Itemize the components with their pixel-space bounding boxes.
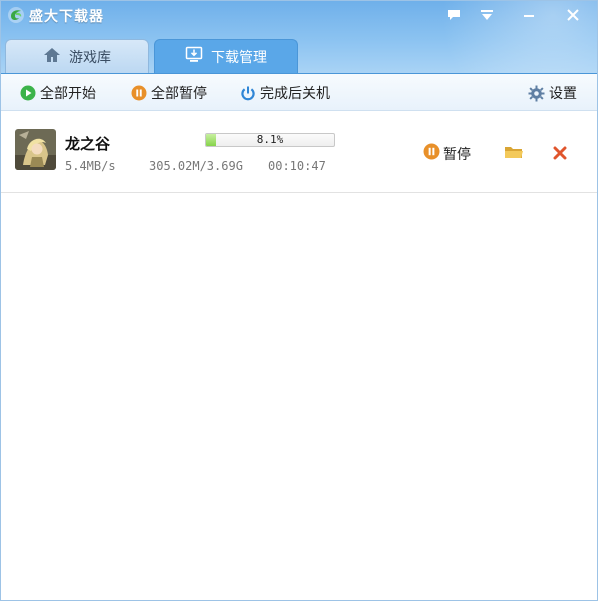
progress-bar: 8.1% (205, 133, 335, 147)
settings-button[interactable]: 设置 (528, 83, 577, 103)
pause-all-button[interactable]: 全部暂停 (131, 83, 207, 103)
game-name: 龙之谷 (65, 135, 111, 153)
minimize-button[interactable] (517, 4, 541, 26)
gear-icon (528, 85, 545, 102)
power-icon (240, 85, 256, 101)
monitor-download-icon (185, 46, 203, 67)
delete-icon (553, 145, 567, 164)
title-bar: 盛大下载器 游戏库 下载管理 (1, 1, 597, 73)
minimize-icon (522, 8, 536, 22)
download-speed: 5.4MB/s (65, 159, 116, 173)
app-logo-icon (7, 6, 25, 24)
toolbar: 全部开始 全部暂停 完成后关机 设置 (1, 73, 597, 111)
time-remaining: 00:10:47 (268, 159, 326, 173)
home-icon (43, 47, 61, 67)
shutdown-after-label: 完成后关机 (260, 86, 330, 102)
pause-button[interactable]: 暂停 (423, 143, 471, 164)
message-icon (446, 8, 462, 22)
pause-icon (131, 85, 147, 101)
window-title: 盛大下载器 (29, 9, 104, 25)
open-folder-button[interactable] (504, 144, 524, 164)
start-all-button[interactable]: 全部开始 (20, 83, 96, 103)
folder-icon (504, 145, 524, 164)
close-button[interactable] (561, 4, 585, 26)
tab-game-library[interactable]: 游戏库 (5, 39, 149, 73)
tab-label: 游戏库 (69, 49, 111, 66)
download-size: 305.02M/3.69G (149, 159, 243, 173)
shutdown-after-button[interactable]: 完成后关机 (240, 83, 330, 103)
pause-all-label: 全部暂停 (151, 86, 207, 102)
pause-label: 暂停 (443, 146, 471, 163)
delete-button[interactable] (553, 145, 567, 164)
play-icon (20, 85, 36, 101)
message-button[interactable] (442, 4, 466, 26)
tab-download-manager[interactable]: 下载管理 (154, 39, 298, 73)
close-icon (566, 8, 580, 22)
settings-label: 设置 (549, 86, 577, 102)
downloader-window: 盛大下载器 游戏库 下载管理 全部开始 全部暂停 完成后关机 设置 龙之谷 8.… (0, 0, 598, 601)
download-row[interactable]: 龙之谷 8.1% 5.4MB/s 305.02M/3.69G 00:10:47 … (1, 111, 597, 193)
start-all-label: 全部开始 (40, 86, 96, 102)
pause-icon (423, 143, 440, 164)
download-list: 龙之谷 8.1% 5.4MB/s 305.02M/3.69G 00:10:47 … (1, 111, 597, 600)
menu-button[interactable] (475, 4, 499, 26)
progress-percent: 8.1% (256, 133, 284, 146)
tab-label: 下载管理 (211, 49, 267, 66)
game-thumbnail (15, 129, 56, 170)
menu-icon (479, 8, 495, 22)
